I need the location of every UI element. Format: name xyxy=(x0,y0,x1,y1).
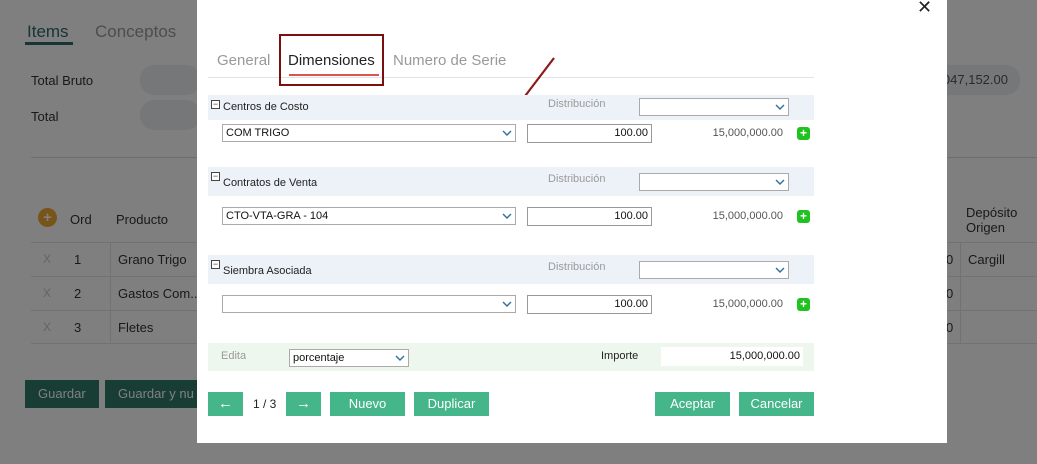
centro-costo-value: COM TRIGO xyxy=(226,127,290,139)
distribution-select[interactable] xyxy=(639,98,789,116)
chevron-down-icon xyxy=(502,213,512,219)
record-pager: 1 / 3 xyxy=(253,397,277,411)
collapse-icon[interactable]: − xyxy=(211,260,220,269)
section-contratos-de-venta: − Contratos de Venta Distribución xyxy=(208,167,814,196)
aceptar-button[interactable]: Aceptar xyxy=(655,392,730,416)
centro-costo-select[interactable]: COM TRIGO xyxy=(222,124,516,142)
percent-input[interactable]: 100.00 xyxy=(527,295,652,314)
tab-general[interactable]: General xyxy=(217,52,270,69)
next-record-button[interactable]: → xyxy=(286,392,321,416)
chevron-down-icon xyxy=(775,179,785,185)
collapse-icon[interactable]: − xyxy=(211,100,220,109)
edita-select[interactable]: porcentaje xyxy=(289,349,409,367)
contrato-venta-select[interactable]: CTO-VTA-GRA - 104 xyxy=(222,207,516,225)
contrato-venta-value: CTO-VTA-GRA - 104 xyxy=(226,210,329,222)
amount-value: 15,000,000.00 xyxy=(712,210,783,222)
distribution-select[interactable] xyxy=(639,261,789,279)
add-row-icon[interactable]: + xyxy=(797,127,810,140)
chevron-down-icon xyxy=(775,104,785,110)
amount-value: 15,000,000.00 xyxy=(712,298,783,310)
importe-input[interactable]: 15,000,000.00 xyxy=(661,347,803,366)
section-siembra-asociada: − Siembra Asociada Distribución xyxy=(208,255,814,284)
amount-value: 15,000,000.00 xyxy=(712,127,783,139)
distribution-label: Distribución xyxy=(548,261,606,273)
percent-input[interactable]: 100.00 xyxy=(527,207,652,226)
tab-highlight-box xyxy=(279,34,384,86)
nuevo-button[interactable]: Nuevo xyxy=(330,392,405,416)
distribution-select[interactable] xyxy=(639,173,789,191)
section-title: Siembra Asociada xyxy=(223,265,312,277)
edit-mode-bar: Edita porcentaje Importe 15,000,000.00 xyxy=(208,343,814,371)
section-title: Contratos de Venta xyxy=(223,177,318,189)
distribution-label: Distribución xyxy=(548,98,606,110)
add-row-icon[interactable]: + xyxy=(797,298,810,311)
dimensions-modal: ✕ General Dimensiones Numero de Serie − … xyxy=(197,0,947,443)
duplicar-button[interactable]: Duplicar xyxy=(414,392,489,416)
siembra-select[interactable] xyxy=(222,295,516,313)
importe-label: Importe xyxy=(601,350,639,362)
add-row-icon[interactable]: + xyxy=(797,210,810,223)
edita-label: Edita xyxy=(221,350,247,362)
distribution-label: Distribución xyxy=(548,173,606,185)
prev-record-button[interactable]: ← xyxy=(208,392,243,416)
chevron-down-icon xyxy=(502,130,512,136)
section-centros-de-costo: − Centros de Costo Distribución xyxy=(208,95,814,120)
chevron-down-icon xyxy=(502,301,512,307)
close-icon[interactable]: ✕ xyxy=(917,0,932,16)
chevron-down-icon xyxy=(775,267,785,273)
edita-select-value: porcentaje xyxy=(293,352,345,364)
tab-active-underline xyxy=(289,74,379,76)
tab-numero-de-serie[interactable]: Numero de Serie xyxy=(393,52,506,69)
collapse-icon[interactable]: − xyxy=(211,172,220,181)
percent-input[interactable]: 100.00 xyxy=(527,124,652,143)
chevron-down-icon xyxy=(395,355,405,361)
cancelar-button[interactable]: Cancelar xyxy=(739,392,814,416)
section-title: Centros de Costo xyxy=(223,101,309,113)
